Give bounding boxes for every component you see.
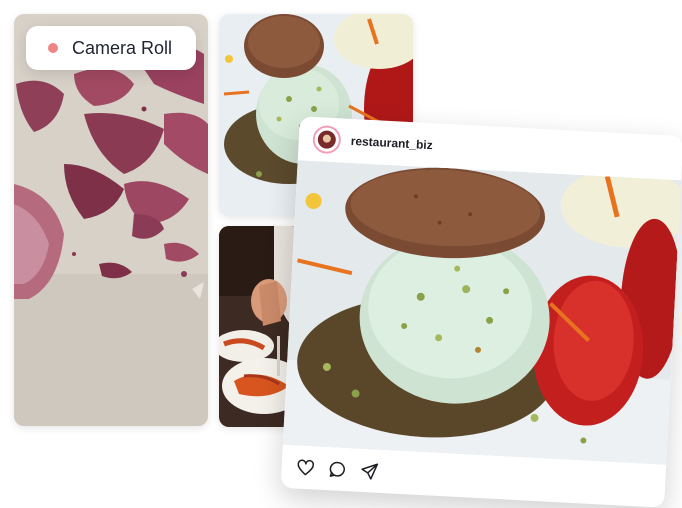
dessert-post-image: [282, 160, 682, 465]
status-dot: [48, 43, 58, 53]
camera-roll-title: Camera Roll: [72, 37, 173, 58]
post-username[interactable]: restaurant_biz: [350, 134, 433, 152]
post-image[interactable]: [282, 160, 682, 465]
camera-roll-photo-onions[interactable]: [14, 14, 208, 426]
instagram-post-card[interactable]: restaurant_biz: [280, 116, 682, 508]
comment-icon[interactable]: [327, 459, 348, 480]
onion-peels-image: [14, 14, 208, 426]
camera-roll-label-chip[interactable]: Camera Roll: [26, 26, 196, 70]
heart-icon[interactable]: [295, 457, 316, 478]
send-icon[interactable]: [359, 460, 380, 481]
restaurant-avatar-icon[interactable]: [312, 124, 342, 155]
